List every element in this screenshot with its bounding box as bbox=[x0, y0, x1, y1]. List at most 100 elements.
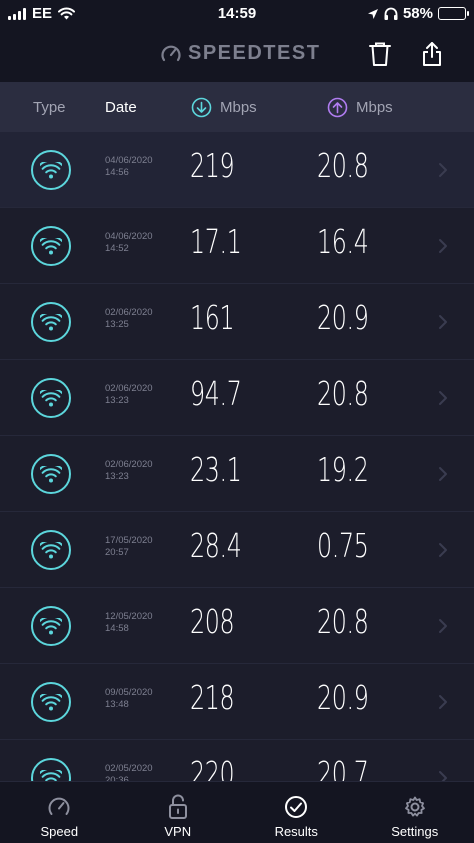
result-row[interactable]: 09/05/2020 13:48 218 20.9 bbox=[0, 664, 474, 740]
column-download[interactable]: Mbps bbox=[191, 97, 257, 118]
tab-vpn-label: VPN bbox=[164, 824, 192, 839]
connection-type-badge bbox=[31, 454, 71, 494]
share-icon bbox=[423, 42, 441, 66]
upload-speed: 20.8 bbox=[317, 146, 369, 185]
result-row[interactable]: 02/06/2020 13:23 23.1 19.2 bbox=[0, 436, 474, 512]
connection-type-badge bbox=[31, 682, 71, 722]
result-date: 02/06/2020 bbox=[105, 307, 153, 318]
delete-button[interactable] bbox=[364, 38, 396, 70]
battery-percent: 58% bbox=[402, 5, 433, 22]
result-time: 13:48 bbox=[105, 699, 129, 710]
upload-speed: 20.9 bbox=[317, 298, 369, 337]
chevron-right-icon bbox=[439, 771, 447, 781]
result-date: 17/05/2020 bbox=[105, 535, 153, 546]
result-datetime: 02/06/2020 13:23 bbox=[105, 459, 153, 483]
result-datetime: 09/05/2020 13:48 bbox=[105, 687, 153, 711]
connection-type-badge bbox=[31, 150, 71, 190]
download-arrow-icon bbox=[191, 97, 212, 117]
result-datetime: 12/05/2020 14:58 bbox=[105, 611, 153, 635]
connection-type-badge bbox=[31, 758, 71, 781]
result-datetime: 17/05/2020 20:57 bbox=[105, 535, 153, 559]
download-speed: 94.7 bbox=[190, 374, 242, 413]
result-time: 20:57 bbox=[105, 547, 129, 558]
result-datetime: 02/06/2020 13:25 bbox=[105, 307, 153, 331]
download-speed: 23.1 bbox=[190, 450, 242, 489]
brand-name: SPEEDTEST bbox=[188, 42, 321, 64]
result-datetime: 02/05/2020 20:36 bbox=[105, 763, 153, 781]
wifi-icon bbox=[40, 769, 62, 781]
result-date: 02/05/2020 bbox=[105, 763, 153, 774]
speedtest-gauge-icon bbox=[161, 45, 181, 61]
speedtest-logo: SPEEDTEST bbox=[160, 42, 320, 65]
app-header: SPEEDTEST bbox=[0, 28, 474, 82]
wifi-icon bbox=[40, 617, 62, 634]
tab-settings-label: Settings bbox=[391, 824, 439, 839]
result-row[interactable]: 02/06/2020 13:23 94.7 20.8 bbox=[0, 360, 474, 436]
upload-speed: 20.8 bbox=[317, 602, 369, 641]
chevron-right-icon bbox=[439, 543, 447, 557]
chevron-right-icon bbox=[439, 695, 447, 709]
download-speed: 28.4 bbox=[190, 526, 242, 565]
result-row[interactable]: 17/05/2020 20:57 28.4 0.75 bbox=[0, 512, 474, 588]
connection-type-badge bbox=[31, 530, 71, 570]
tab-bar: Speed VPN Results Settings bbox=[0, 781, 474, 843]
column-upload[interactable]: Mbps bbox=[327, 97, 393, 118]
column-type[interactable]: Type bbox=[33, 99, 66, 116]
chevron-right-icon bbox=[439, 239, 447, 253]
result-row[interactable]: 04/06/2020 14:56 219 20.8 bbox=[0, 132, 474, 208]
upload-speed: 16.4 bbox=[317, 222, 369, 261]
trash-icon bbox=[369, 42, 391, 66]
result-date: 02/06/2020 bbox=[105, 459, 153, 470]
download-speed: 218 bbox=[190, 678, 235, 717]
chevron-right-icon bbox=[439, 163, 447, 177]
chevron-right-icon bbox=[439, 315, 447, 329]
upload-speed: 20.9 bbox=[317, 678, 369, 717]
result-time: 14:52 bbox=[105, 243, 129, 254]
wifi-icon bbox=[40, 389, 62, 406]
result-datetime: 04/06/2020 14:56 bbox=[105, 155, 153, 179]
share-button[interactable] bbox=[416, 38, 448, 70]
column-date[interactable]: Date bbox=[105, 99, 137, 116]
column-date-label: Date bbox=[105, 98, 137, 116]
speedometer-icon bbox=[46, 794, 72, 820]
result-date: 12/05/2020 bbox=[105, 611, 153, 622]
download-speed: 220 bbox=[190, 754, 235, 781]
result-time: 14:56 bbox=[105, 167, 129, 178]
connection-type-badge bbox=[31, 302, 71, 342]
results-list: 04/06/2020 14:56 219 20.8 04/06/2020 14:… bbox=[0, 132, 474, 781]
status-right: 58% bbox=[367, 5, 469, 22]
result-datetime: 04/06/2020 14:52 bbox=[105, 231, 153, 255]
wifi-icon bbox=[40, 313, 62, 330]
column-upload-label: Mbps bbox=[356, 98, 393, 116]
upload-speed: 20.7 bbox=[317, 754, 369, 781]
result-date: 04/06/2020 bbox=[105, 155, 153, 166]
column-type-label: Type bbox=[33, 98, 66, 116]
upload-speed: 19.2 bbox=[317, 450, 369, 489]
wifi-icon bbox=[40, 693, 62, 710]
chevron-right-icon bbox=[439, 467, 447, 481]
result-time: 14:58 bbox=[105, 623, 129, 634]
location-icon bbox=[367, 8, 378, 19]
result-row[interactable]: 12/05/2020 14:58 208 20.8 bbox=[0, 588, 474, 664]
result-row[interactable]: 02/05/2020 20:36 220 20.7 bbox=[0, 740, 474, 781]
connection-type-badge bbox=[31, 378, 71, 418]
check-circle-icon bbox=[283, 794, 309, 820]
connection-type-badge bbox=[31, 226, 71, 266]
download-speed: 219 bbox=[190, 146, 235, 185]
result-time: 13:23 bbox=[105, 471, 129, 482]
chevron-right-icon bbox=[439, 619, 447, 633]
tab-settings[interactable]: Settings bbox=[356, 782, 474, 843]
chevron-right-icon bbox=[439, 391, 447, 405]
wifi-icon bbox=[40, 237, 62, 254]
status-bar: EE 14:59 58% bbox=[0, 0, 474, 28]
tab-vpn[interactable]: VPN bbox=[119, 782, 238, 843]
upload-arrow-icon bbox=[327, 97, 348, 117]
result-date: 04/06/2020 bbox=[105, 231, 153, 242]
results-column-header: Type Date Mbps Mbps bbox=[0, 82, 474, 132]
result-row[interactable]: 02/06/2020 13:25 161 20.9 bbox=[0, 284, 474, 360]
result-row[interactable]: 04/06/2020 14:52 17.1 16.4 bbox=[0, 208, 474, 284]
tab-results-label: Results bbox=[274, 824, 318, 839]
tab-speed[interactable]: Speed bbox=[0, 782, 119, 843]
tab-results[interactable]: Results bbox=[237, 782, 356, 843]
headphones-icon bbox=[384, 7, 398, 20]
